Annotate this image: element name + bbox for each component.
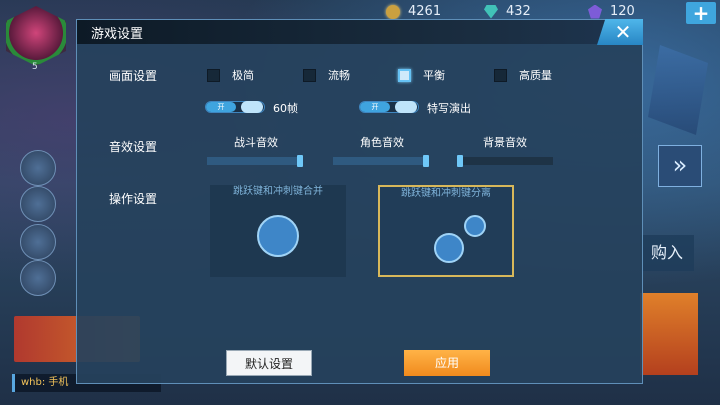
gold-coin-icon (386, 4, 400, 19)
bgm-label: 背景音效 (483, 136, 527, 149)
checkbox[interactable] (207, 68, 220, 82)
slider-fill (333, 157, 426, 165)
control-option-separated[interactable]: 跳跃键和冲刺键分离 (378, 185, 514, 277)
option-label: 平衡 (423, 69, 445, 82)
player-level: 5 (32, 62, 38, 72)
character-sfx-slider[interactable] (333, 155, 429, 167)
graphics-option-high-quality[interactable]: 高质量 (494, 67, 552, 83)
60fps-label: 60帧 (273, 102, 298, 115)
battle-mode-banner[interactable] (640, 293, 698, 375)
double-chevron-icon[interactable]: » (658, 145, 702, 187)
game-settings-dialog: 游戏设置 ✕ 画面设置 极简 流畅 平衡 高质量 开 60帧 开 特写演出 音效… (76, 19, 643, 384)
gold-counter: 4261 (386, 4, 441, 19)
mail-icon[interactable] (20, 224, 56, 260)
graphics-settings-label: 画面设置 (109, 69, 158, 83)
option-label: 高质量 (519, 69, 552, 82)
slider-thumb[interactable] (457, 155, 463, 167)
toggle-state: 开 (360, 102, 390, 112)
graphics-option-balanced[interactable]: 平衡 (398, 67, 445, 83)
crystal-amount: 120 (610, 4, 635, 19)
gem-amount: 432 (506, 4, 531, 19)
crown-icon[interactable] (20, 186, 56, 222)
right-side-panel: » 购入 (640, 45, 720, 375)
friends-icon[interactable] (20, 150, 56, 186)
rank-emblem-icon[interactable] (648, 45, 708, 135)
checkbox[interactable] (303, 68, 316, 82)
crystal-icon (588, 4, 602, 19)
toggle-state: 开 (206, 102, 236, 112)
jump-dash-button-icon (257, 215, 299, 257)
option-label: 极简 (232, 69, 254, 82)
battle-sfx-label: 战斗音效 (234, 136, 278, 149)
graphics-option-minimal[interactable]: 极简 (207, 67, 254, 83)
diamond-icon (484, 4, 498, 19)
dialog-header: 游戏设置 (77, 20, 642, 44)
buy-button-partial[interactable]: 购入 (640, 235, 694, 271)
closeup-toggle[interactable]: 开 (359, 101, 419, 113)
toggle-knob (395, 101, 417, 113)
dash-button-icon (464, 215, 486, 237)
checkbox[interactable] (494, 68, 507, 82)
gold-amount: 4261 (408, 4, 442, 19)
battle-sfx-slider[interactable] (207, 155, 303, 167)
control-option-merged[interactable]: 跳跃键和冲刺键合并 (210, 185, 346, 277)
toggle-knob (241, 101, 263, 113)
slider-thumb[interactable] (297, 155, 303, 167)
apply-button[interactable]: 应用 (404, 350, 490, 376)
control-caption: 跳跃键和冲刺键分离 (401, 188, 491, 199)
slider-fill (207, 157, 300, 165)
60fps-toggle[interactable]: 开 (205, 101, 265, 113)
control-settings-label: 操作设置 (109, 192, 158, 206)
closeup-label: 特写演出 (427, 102, 471, 115)
dialog-title: 游戏设置 (91, 27, 144, 42)
bgm-slider[interactable] (457, 155, 553, 167)
character-sfx-label: 角色音效 (360, 136, 404, 149)
settings-gear-icon[interactable] (20, 260, 56, 296)
default-settings-button[interactable]: 默认设置 (226, 350, 312, 376)
jump-button-icon (434, 233, 464, 263)
crystal-counter: 120 (588, 4, 635, 19)
gem-counter: 432 (484, 4, 531, 19)
slider-thumb[interactable] (423, 155, 429, 167)
checkbox-checked[interactable] (398, 68, 411, 82)
add-currency-button[interactable]: + (686, 2, 716, 24)
control-caption: 跳跃键和冲刺键合并 (233, 186, 323, 197)
graphics-option-smooth[interactable]: 流畅 (303, 67, 350, 83)
option-label: 流畅 (328, 69, 350, 82)
audio-settings-label: 音效设置 (109, 140, 158, 154)
